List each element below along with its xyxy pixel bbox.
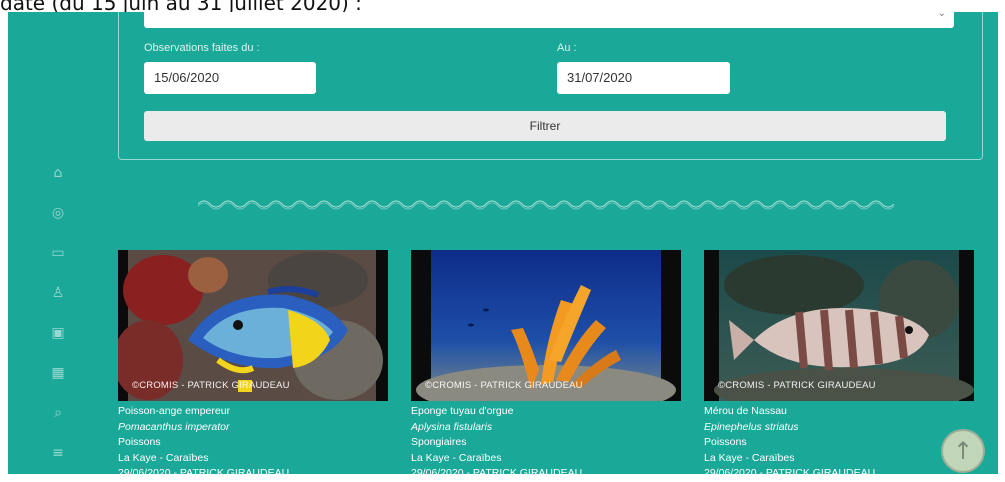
observation-location: La Kaye - Caraïbes (704, 451, 795, 464)
species-latin-name: Epinephelus striatus (704, 420, 799, 433)
photo-credit: ©CROMIS - PATRICK GIRAUDEAU (425, 380, 583, 391)
wave-divider (198, 200, 895, 210)
species-category: Spongiaires (411, 436, 467, 448)
card-caption: Mérou de Nassau Epinephelus striatus Poi… (704, 401, 974, 474)
date-to-input[interactable]: 31/07/2020 (557, 62, 730, 94)
search-icon[interactable]: ⌕ (46, 402, 70, 424)
date-from-input[interactable]: 15/06/2020 (144, 62, 316, 94)
species-category: Poissons (704, 436, 747, 448)
observation-photo[interactable]: ©CROMIS - PATRICK GIRAUDEAU (411, 250, 681, 401)
filter-button[interactable]: Filtrer (144, 111, 946, 141)
observation-meta: 29/06/2020 - PATRICK GIRAUDEAU (118, 467, 290, 474)
gallery-icon[interactable]: ▦ (46, 362, 70, 384)
observation-photo[interactable]: ©CROMIS - PATRICK GIRAUDEAU (118, 250, 388, 401)
arrow-up-icon: ↑ (952, 437, 974, 465)
date-from-label: Observations faites du : (144, 42, 260, 54)
scroll-to-top-button[interactable]: ↑ (941, 429, 985, 473)
menu-icon[interactable]: ≡ (46, 442, 70, 464)
species-category: Poissons (118, 436, 161, 448)
observation-location: La Kaye - Caraïbes (118, 451, 209, 464)
observation-location: La Kaye - Caraïbes (411, 451, 502, 464)
image-icon[interactable]: ▣ (46, 322, 70, 344)
observation-meta: 29/06/2020 - PATRICK GIRAUDEAU (411, 467, 583, 474)
species-common-name[interactable]: Eponge tuyau d'orgue (411, 404, 681, 420)
observation-card[interactable]: ©CROMIS - PATRICK GIRAUDEAU Poisson-ange… (118, 250, 388, 474)
category-select[interactable]: ⌄ (144, 12, 954, 28)
observation-card[interactable]: ©CROMIS - PATRICK GIRAUDEAU Mérou de Nas… (704, 250, 974, 474)
user-icon[interactable]: ♙ (46, 282, 70, 304)
sidebar-rail: ⌂ ◎ ▭ ♙ ▣ ▦ ⌕ ≡ (46, 162, 70, 472)
species-latin-name: Pomacanthus imperator (118, 420, 230, 433)
photo-credit: ©CROMIS - PATRICK GIRAUDEAU (132, 380, 290, 391)
card-caption: Eponge tuyau d'orgue Aplysina fistularis… (411, 401, 681, 474)
home-icon[interactable]: ⌂ (46, 162, 70, 184)
globe-icon[interactable]: ◎ (46, 202, 70, 224)
date-to-label: Au : (557, 42, 577, 54)
species-common-name[interactable]: Mérou de Nassau (704, 404, 974, 420)
card-caption: Poisson-ange empereur Pomacanthus impera… (118, 401, 388, 474)
species-common-name[interactable]: Poisson-ange empereur (118, 404, 388, 420)
observation-meta: 29/06/2020 - PATRICK GIRAUDEAU (704, 467, 876, 474)
photo-credit: ©CROMIS - PATRICK GIRAUDEAU (718, 380, 876, 391)
observation-photo[interactable]: ©CROMIS - PATRICK GIRAUDEAU (704, 250, 974, 401)
chevron-down-icon: ⌄ (937, 12, 946, 19)
species-latin-name: Aplysina fistularis (411, 420, 493, 433)
main-panel: ⌂ ◎ ▭ ♙ ▣ ▦ ⌕ ≡ ⌄ Observations faites du… (8, 12, 998, 474)
list-icon[interactable]: ▭ (46, 242, 70, 264)
observation-card[interactable]: ©CROMIS - PATRICK GIRAUDEAU Eponge tuyau… (411, 250, 681, 474)
